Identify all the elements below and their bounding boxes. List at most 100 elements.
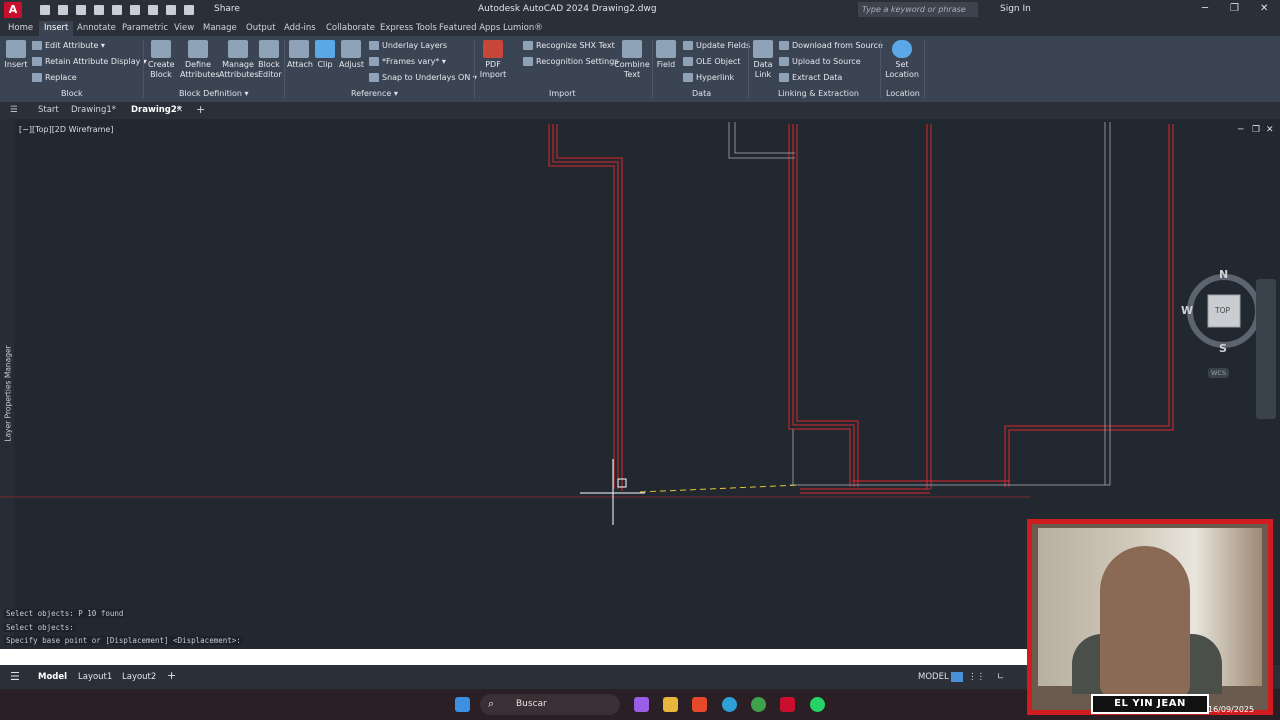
panel-label-location[interactable]: Location xyxy=(886,89,920,98)
tab-model[interactable]: Model xyxy=(38,672,67,682)
clip-button[interactable]: Clip xyxy=(314,40,336,70)
panel-label-import[interactable]: Import xyxy=(549,89,576,98)
hyperlink-button[interactable]: Hyperlink xyxy=(683,73,734,83)
open-file-icon[interactable] xyxy=(58,5,68,15)
tab-parametric[interactable]: Parametric xyxy=(122,23,168,33)
share-button[interactable]: Share xyxy=(214,4,240,14)
layouts-menu-icon[interactable]: ☰ xyxy=(10,670,20,683)
save-icon[interactable] xyxy=(76,5,86,15)
whatsapp-icon[interactable] xyxy=(810,697,825,712)
command-input[interactable] xyxy=(0,649,1030,665)
tab-collaborate[interactable]: Collaborate xyxy=(326,23,375,33)
extract-data-button[interactable]: Extract Data xyxy=(779,73,842,83)
viewport-close-icon[interactable]: ✕ xyxy=(1266,125,1274,135)
brave-browser-icon[interactable] xyxy=(692,697,707,712)
underlay-layers-button[interactable]: Underlay Layers xyxy=(369,41,447,51)
snap-to-underlays-dropdown[interactable]: Snap to Underlays ON ▾ xyxy=(369,73,477,83)
frames-vary-dropdown[interactable]: *Frames vary* ▾ xyxy=(369,57,446,67)
pdf-import-button[interactable]: PDF Import xyxy=(478,40,508,80)
panel-label-block-definition[interactable]: Block Definition ▾ xyxy=(179,89,248,98)
compass-west[interactable]: W xyxy=(1181,304,1193,317)
download-from-source-button[interactable]: Download from Source xyxy=(779,41,883,51)
ortho-icon[interactable]: ∟ xyxy=(997,672,1004,682)
snap-icon[interactable]: ⋮⋮ xyxy=(968,672,985,682)
save-as-icon[interactable] xyxy=(94,5,104,15)
data-link-button[interactable]: Data Link xyxy=(751,40,775,80)
viewport-restore-icon[interactable]: ❐ xyxy=(1252,125,1260,135)
tab-express-tools[interactable]: Express Tools xyxy=(380,23,437,33)
compass-south[interactable]: S xyxy=(1219,342,1227,355)
tab-featured-apps[interactable]: Featured Apps xyxy=(439,23,500,33)
panel-label-reference[interactable]: Reference ▾ xyxy=(351,89,398,98)
tab-start[interactable]: Start xyxy=(38,105,59,115)
navigation-bar[interactable] xyxy=(1256,279,1276,419)
minimize-icon[interactable]: ─ xyxy=(1202,3,1208,14)
close-tab-icon[interactable]: ✕ xyxy=(176,105,183,115)
manage-attributes-button[interactable]: Manage Attributes xyxy=(219,40,259,80)
autocad-logo[interactable]: A xyxy=(4,2,22,18)
tab-layout1[interactable]: Layout1 xyxy=(78,672,112,682)
close-icon[interactable]: ✕ xyxy=(1260,3,1268,14)
webcam-presenter xyxy=(1100,546,1190,696)
tab-addins[interactable]: Add-ins xyxy=(284,23,316,33)
chrome-browser-icon[interactable] xyxy=(751,697,766,712)
replace-button[interactable]: Replace xyxy=(32,73,77,83)
grid-icon[interactable] xyxy=(951,672,963,682)
wcs-menu[interactable]: WCS xyxy=(1208,368,1230,378)
save-web-icon[interactable] xyxy=(130,5,140,15)
autocad-taskbar-icon[interactable] xyxy=(780,697,795,712)
update-fields-button[interactable]: Update Fields xyxy=(683,41,750,51)
panel-label-linking[interactable]: Linking & Extraction xyxy=(778,89,859,98)
windows-start-icon[interactable] xyxy=(455,697,470,712)
tab-view[interactable]: View xyxy=(174,23,194,33)
taskbar-search[interactable]: ⌕ Buscar xyxy=(480,694,620,715)
field-button[interactable]: Field xyxy=(655,40,677,70)
copilot-icon[interactable] xyxy=(634,697,649,712)
new-file-icon[interactable] xyxy=(40,5,50,15)
attach-button[interactable]: Attach xyxy=(287,40,313,70)
tab-drawing2[interactable]: Drawing2* xyxy=(131,105,181,115)
adjust-button[interactable]: Adjust xyxy=(339,40,364,70)
combine-text-button[interactable]: Combine Text xyxy=(614,40,650,80)
model-space-toggle[interactable]: MODEL xyxy=(918,672,949,682)
tab-output[interactable]: Output xyxy=(246,23,276,33)
viewcube[interactable]: N S E W TOP WCS xyxy=(1180,266,1268,378)
undo-icon[interactable] xyxy=(166,5,176,15)
tab-insert[interactable]: Insert xyxy=(39,21,74,36)
tab-drawing1[interactable]: Drawing1* xyxy=(71,105,116,115)
recognition-settings-button[interactable]: Recognition Settings xyxy=(523,57,618,67)
sign-in-button[interactable]: Sign In xyxy=(1000,4,1031,14)
tab-layout2[interactable]: Layout2 xyxy=(122,672,156,682)
download-icon xyxy=(779,41,789,50)
web-mobile-icon[interactable] xyxy=(112,5,122,15)
retain-attribute-display-button[interactable]: Retain Attribute Display ▾ xyxy=(32,57,147,67)
add-layout-icon[interactable]: + xyxy=(167,669,176,682)
menu-icon[interactable]: ☰ xyxy=(10,105,18,115)
define-attributes-button[interactable]: Define Attributes xyxy=(180,40,220,80)
set-location-button[interactable]: Set Location xyxy=(884,40,920,80)
tab-home[interactable]: Home xyxy=(8,23,33,33)
compass-north[interactable]: N xyxy=(1219,268,1228,281)
create-block-button[interactable]: Create Block xyxy=(148,40,175,80)
upload-to-source-button[interactable]: Upload to Source xyxy=(779,57,861,67)
tab-lumion[interactable]: Lumion® xyxy=(503,23,543,33)
panel-label-block[interactable]: Block xyxy=(61,89,83,98)
restore-icon[interactable]: ❐ xyxy=(1230,3,1239,14)
tab-manage[interactable]: Manage xyxy=(203,23,237,33)
block-editor-button[interactable]: Block Editor xyxy=(258,40,282,80)
viewport-minimize-icon[interactable]: ─ xyxy=(1238,125,1243,135)
panel-label-data[interactable]: Data xyxy=(692,89,711,98)
recognize-shx-text-button[interactable]: Recognize SHX Text xyxy=(523,41,615,51)
replace-icon xyxy=(32,73,42,82)
edit-attribute-button[interactable]: Edit Attribute ▾ xyxy=(32,41,105,51)
redo-icon[interactable] xyxy=(184,5,194,15)
ole-object-button[interactable]: OLE Object xyxy=(683,57,740,67)
edge-browser-icon[interactable] xyxy=(722,697,737,712)
viewcube-top-face[interactable]: TOP xyxy=(1215,306,1230,315)
file-explorer-icon[interactable] xyxy=(663,697,678,712)
new-tab-icon[interactable]: + xyxy=(196,103,205,116)
help-search-input[interactable]: Type a keyword or phrase xyxy=(858,2,978,17)
insert-button[interactable]: Insert xyxy=(4,40,28,70)
tab-annotate[interactable]: Annotate xyxy=(77,23,116,33)
print-icon[interactable] xyxy=(148,5,158,15)
